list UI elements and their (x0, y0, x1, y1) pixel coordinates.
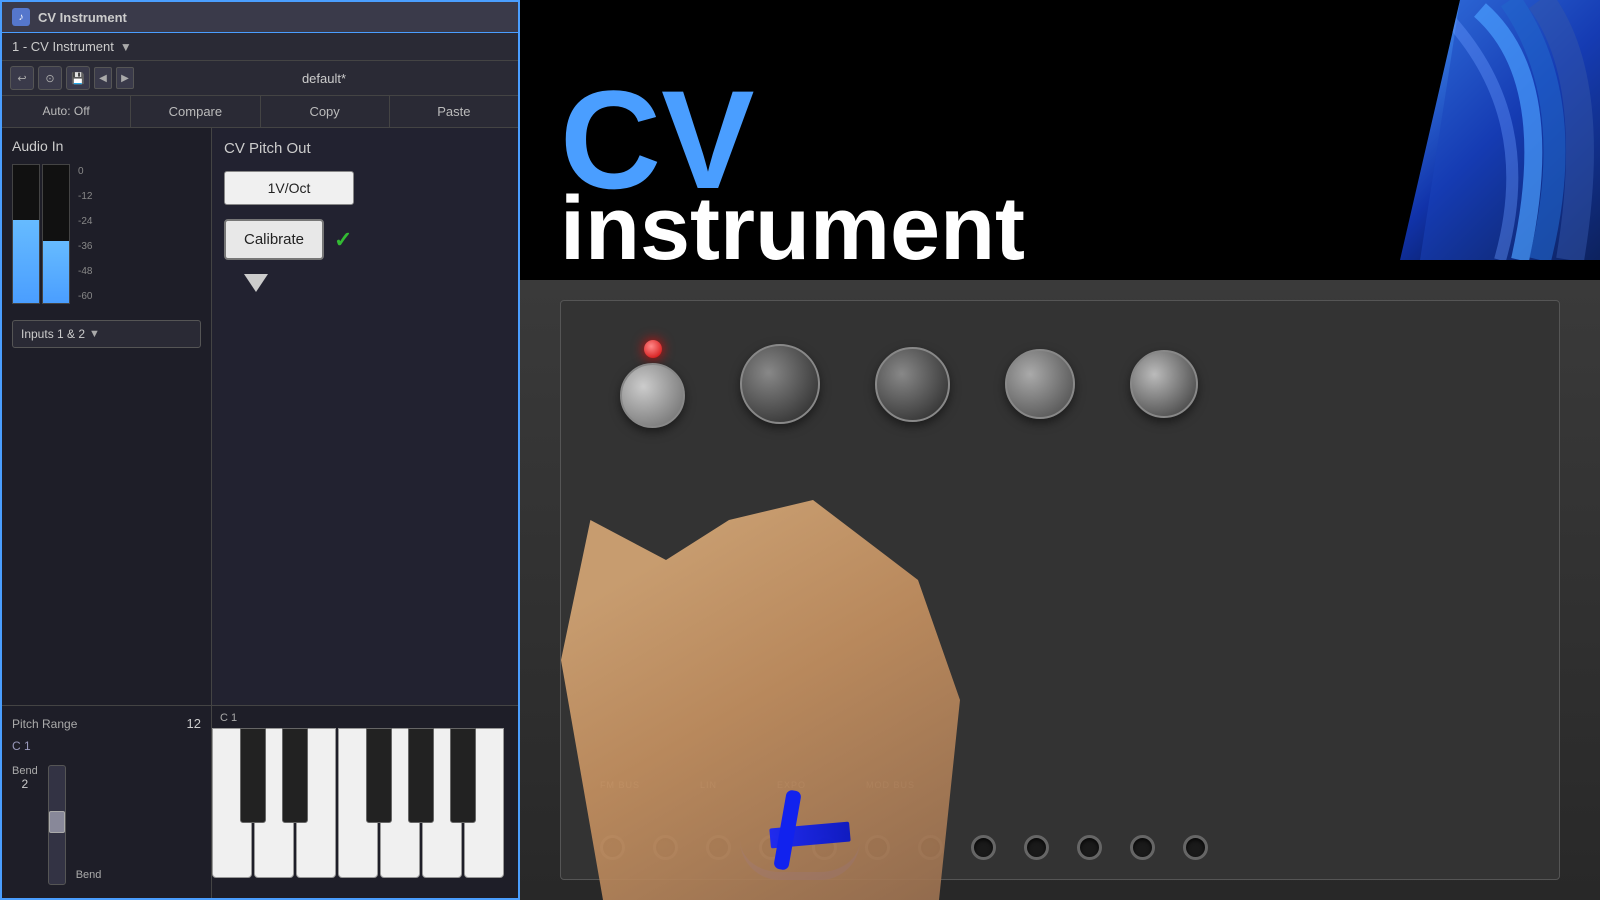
meter-bars (12, 164, 70, 304)
audio-in-panel: Audio In 0 -12 -24 -36 -48 -60 (2, 128, 212, 705)
paste-button[interactable]: Paste (390, 96, 518, 127)
title-bar-text: CV Instrument (38, 10, 127, 25)
meter-label-36: -36 (78, 241, 92, 252)
undo-button[interactable]: ↩ (10, 66, 34, 90)
calibrate-row: Calibrate ✓ (224, 219, 506, 260)
inputs-label: Inputs 1 & 2 (21, 327, 85, 341)
preset-actions-bar: Auto: Off Compare Copy Paste (2, 96, 518, 128)
bend-top-label: Bend (12, 765, 38, 777)
piano-key-as[interactable] (450, 728, 476, 823)
module-knob-2 (740, 344, 820, 424)
inputs-selector[interactable]: Inputs 1 & 2 ▼ (12, 320, 201, 348)
bend-slider-thumb[interactable] (49, 811, 65, 833)
module-knob-4 (1005, 349, 1075, 419)
pitch-range-value: 12 (187, 716, 201, 731)
jack-8 (971, 835, 996, 860)
pitch-range-label: Pitch Range (12, 717, 77, 731)
bend-area: Bend 2 Bend (12, 765, 201, 885)
record-button[interactable]: ⊙ (38, 66, 62, 90)
bend-value: 2 (22, 777, 29, 791)
meter-label-12: -12 (78, 191, 92, 202)
cursor-arrow-icon (244, 274, 268, 292)
meter-scale: 0 -12 -24 -36 -48 -60 (78, 164, 92, 304)
meter-label-0: 0 (78, 166, 92, 177)
bend-slider[interactable] (48, 765, 66, 885)
instrument-bar[interactable]: 1 - CV Instrument ▼ (2, 33, 518, 61)
video-banner: CV instrument (520, 0, 1600, 280)
video-photo-area: FM BUS LIN EXPO MOD BUS (520, 280, 1600, 900)
bottom-section: Pitch Range 12 C 1 Bend 2 Bend C 1 (2, 705, 518, 898)
module-knob-3 (875, 347, 950, 422)
meter-label-60: -60 (78, 291, 92, 302)
piano-octave-label: C 1 (212, 712, 518, 724)
meter-bar-right (42, 164, 70, 304)
cv-pitch-title: CV Pitch Out (224, 140, 506, 157)
knob-1 (620, 340, 685, 428)
copy-button[interactable]: Copy (261, 96, 390, 127)
meter-label-48: -48 (78, 266, 92, 277)
instrument-name: 1 - CV Instrument (12, 39, 114, 54)
module-knob-5 (1130, 350, 1198, 418)
save-button[interactable]: 💾 (66, 66, 90, 90)
meter-fill-left (13, 220, 39, 303)
meter-container: 0 -12 -24 -36 -48 -60 (12, 164, 201, 304)
preset-name: default* (138, 71, 510, 86)
prev-preset-button[interactable]: ◀ (94, 67, 112, 89)
next-preset-button[interactable]: ▶ (116, 67, 134, 89)
piano-key-cs[interactable] (240, 728, 266, 823)
auto-off-button[interactable]: Auto: Off (2, 96, 131, 127)
piano-key-gs[interactable] (408, 728, 434, 823)
instrument-dropdown-arrow: ▼ (120, 40, 132, 54)
bend-label-group: Bend 2 (12, 765, 38, 791)
audio-in-title: Audio In (12, 138, 201, 154)
led-indicator (644, 340, 662, 358)
piano-key-fs[interactable] (366, 728, 392, 823)
meter-fill-right (43, 241, 69, 303)
compare-button[interactable]: Compare (131, 96, 260, 127)
instrument-logo-text: instrument (560, 189, 1025, 270)
jack-10 (1077, 835, 1102, 860)
module-knob-1 (620, 363, 685, 428)
cv-pitch-panel: CV Pitch Out 1V/Oct Calibrate ✓ (212, 128, 518, 705)
pitch-range-row: Pitch Range 12 (12, 716, 201, 731)
logo-graphic (1400, 0, 1600, 260)
main-content: Audio In 0 -12 -24 -36 -48 -60 (2, 128, 518, 705)
jack-11 (1130, 835, 1155, 860)
bend-bottom-label: Bend (76, 869, 102, 885)
piano-area: C 1 (212, 706, 518, 898)
inputs-dropdown-arrow: ▼ (89, 328, 100, 340)
volt-oct-button[interactable]: 1V/Oct (224, 171, 354, 205)
piano-keys (212, 728, 518, 898)
keyboard-note: C 1 (12, 739, 201, 753)
video-thumbnail-panel: CV instrument (520, 0, 1600, 900)
knobs-row (620, 340, 1198, 428)
jack-9 (1024, 835, 1049, 860)
calibrate-check-icon: ✓ (334, 227, 352, 253)
pitch-bend-panel: Pitch Range 12 C 1 Bend 2 Bend (2, 706, 212, 898)
toolbar: ↩ ⊙ 💾 ◀ ▶ default* (2, 61, 518, 96)
piano-key-ds[interactable] (282, 728, 308, 823)
logo-lines-svg (1400, 0, 1600, 260)
meter-bar-left (12, 164, 40, 304)
synth-photo: FM BUS LIN EXPO MOD BUS (520, 280, 1600, 900)
jack-12 (1183, 835, 1208, 860)
cv-instrument-panel: ♪ CV Instrument 1 - CV Instrument ▼ ↩ ⊙ … (0, 0, 520, 900)
calibrate-button[interactable]: Calibrate (224, 219, 324, 260)
meter-label-24: -24 (78, 216, 92, 227)
title-bar: ♪ CV Instrument (2, 2, 518, 33)
plugin-icon: ♪ (12, 8, 30, 26)
